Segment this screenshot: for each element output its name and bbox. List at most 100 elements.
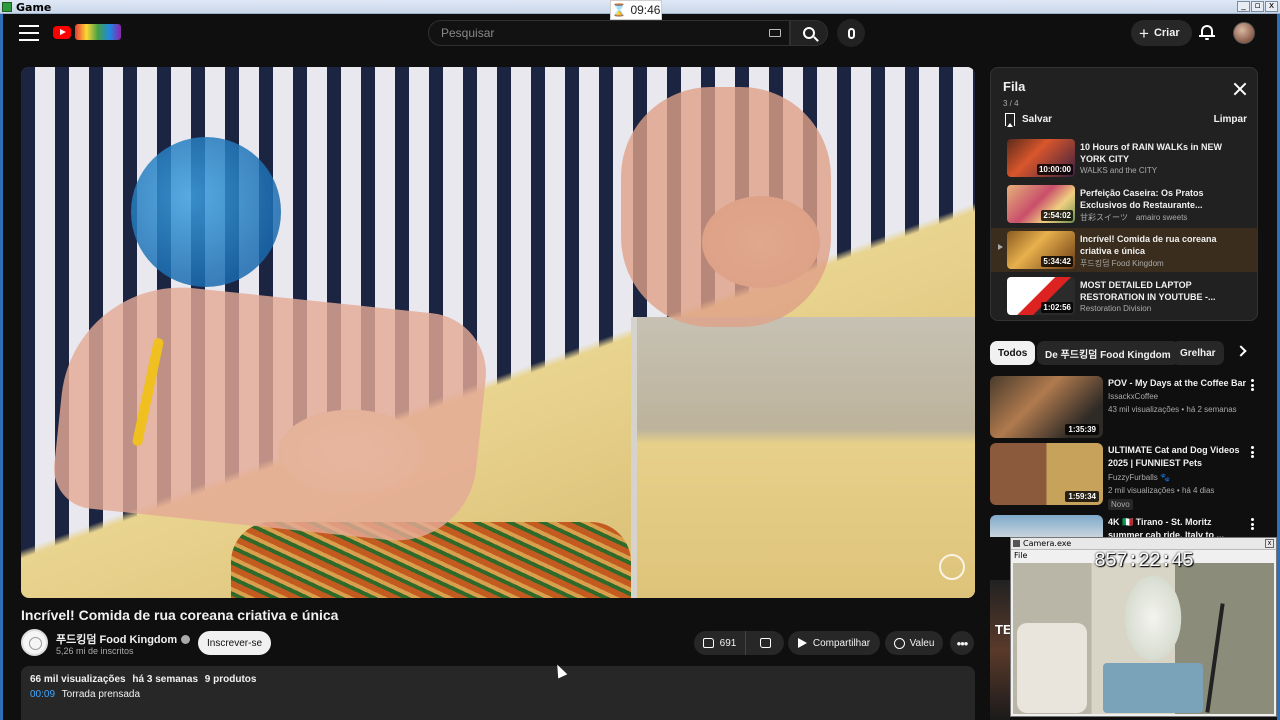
queue-thumbnail: 1:02:56 <box>1007 277 1075 315</box>
mic-icon <box>847 27 855 39</box>
queue-count: 3 / 4 <box>1003 99 1019 108</box>
camera-feed <box>1013 563 1274 714</box>
recommendation-title: 4K 🇮🇹 Tirano - St. Moritz summer cab rid… <box>1108 517 1225 537</box>
video-hand-right-shape <box>621 87 831 327</box>
save-label: Salvar <box>1022 114 1053 125</box>
close-window-button[interactable]: x <box>1265 1 1278 12</box>
video-tub-shape <box>631 317 975 598</box>
queue-item-title: Perfeição Caseira: Os Pratos Exclusivos … <box>1080 188 1204 210</box>
more-vert-icon[interactable] <box>1251 446 1254 458</box>
recommendation-thumbnail <box>990 515 1103 537</box>
queue-item-channel: WALKS and the CITY <box>1080 166 1158 175</box>
recommendation-title: POV - My Days at the Coffee Bar <box>1108 378 1247 388</box>
queue-item-title: MOST DETAILED LAPTOP RESTORATION IN YOUT… <box>1080 280 1216 302</box>
voice-search-button[interactable] <box>837 19 865 47</box>
share-label: Compartilhar <box>812 637 871 649</box>
product-count[interactable]: 9 produtos <box>205 674 257 685</box>
description-box[interactable]: 66 mil visualizações há 3 semanas 9 prod… <box>21 666 975 720</box>
description-chapter: 00:09 Torrada prensada <box>30 689 966 700</box>
chevron-right-icon[interactable] <box>1235 345 1247 357</box>
queue-duration: 2:54:02 <box>1041 210 1073 221</box>
recommendation-duration: 1:59:34 <box>1065 491 1099 502</box>
logo-doodle <box>75 24 121 40</box>
queue-item-active[interactable]: 5:34:42 Incrível! Comida de rua coreana … <box>991 228 1257 272</box>
queue-thumbnail: 10:00:00 <box>1007 139 1075 177</box>
queue-item[interactable]: 10:00:00 10 Hours of RAIN WALKs in NEW Y… <box>991 136 1257 180</box>
verified-icon <box>181 634 191 644</box>
avatar[interactable] <box>1233 22 1255 44</box>
channel-name[interactable]: 푸드킹덤 Food Kingdom <box>56 631 191 647</box>
thanks-label: Valeu <box>909 637 935 649</box>
recommendation-item[interactable]: 1:59:34 ULTIMATE Cat and Dog Videos 2025… <box>990 443 1260 510</box>
queue-item-title: 10 Hours of RAIN WALKs in NEW YORK CITY <box>1080 142 1223 164</box>
queue-panel: Fila 3 / 4 Salvar Limpar 10:00:00 10 Hou… <box>990 67 1258 321</box>
channel-avatar[interactable] <box>21 629 48 656</box>
chapter-timestamp-link[interactable]: 00:09 <box>30 689 55 700</box>
chip-all[interactable]: Todos <box>990 341 1036 365</box>
masthead: + Criar <box>3 14 1277 54</box>
recommendation-item[interactable]: 4K 🇮🇹 Tirano - St. Moritz summer cab rid… <box>990 515 1260 537</box>
dislike-button[interactable] <box>746 631 784 655</box>
search-box <box>428 20 790 46</box>
menu-icon[interactable] <box>19 25 39 41</box>
partial-thumbnail[interactable] <box>990 580 1010 720</box>
close-icon[interactable] <box>1233 82 1247 96</box>
app-title: Game <box>16 1 52 14</box>
camera-overlay-window[interactable]: Camera.exe x File 857:22:45 <box>1010 537 1277 717</box>
chip-grill[interactable]: Grelhar <box>1172 341 1224 365</box>
thumbs-up-icon <box>702 638 714 648</box>
queue-item-title: Incrível! Comida de rua coreana criativa… <box>1080 234 1217 256</box>
video-bowl-shape <box>131 137 281 287</box>
youtube-logo[interactable] <box>53 24 121 40</box>
clear-queue-button[interactable]: Limpar <box>1214 114 1247 125</box>
search-button[interactable] <box>790 20 828 46</box>
recommendation-duration: 1:35:39 <box>1065 424 1099 435</box>
video-title: Incrível! Comida de rua coreana criativa… <box>21 607 339 623</box>
channel-watermark-icon[interactable] <box>939 554 965 580</box>
queue-duration: 1:02:56 <box>1041 302 1073 313</box>
share-icon <box>797 638 807 648</box>
more-vert-icon[interactable] <box>1251 379 1254 391</box>
more-actions-button[interactable]: ••• <box>950 631 974 655</box>
camera-close-icon[interactable]: x <box>1265 539 1274 548</box>
create-button[interactable]: + Criar <box>1131 20 1192 46</box>
keyboard-icon[interactable] <box>769 29 781 37</box>
video-player[interactable] <box>21 67 975 598</box>
thumbs-down-icon <box>759 638 771 648</box>
recommendation-title: ULTIMATE Cat and Dog Videos 2025 | FUNNI… <box>1108 445 1240 468</box>
queue-thumbnail: 5:34:42 <box>1007 231 1075 269</box>
camera-clock: 857:22:45 <box>1093 550 1194 573</box>
queue-item-channel: Restoration Division <box>1080 304 1152 313</box>
create-label: Criar <box>1153 27 1180 39</box>
channel-name-text: 푸드킹덤 Food Kingdom <box>56 634 178 646</box>
share-button[interactable]: Compartilhar <box>788 631 880 655</box>
queue-title: Fila <box>1003 79 1026 94</box>
minimize-button[interactable]: _ <box>1237 1 1250 12</box>
recommendation-channel: FuzzyFurballs 🐾 <box>1108 473 1170 482</box>
recommendation-item[interactable]: 1:35:39 POV - My Days at the Coffee Bar … <box>990 376 1260 440</box>
subscribe-button[interactable]: Inscrever-se <box>198 631 271 655</box>
queue-item[interactable]: 1:02:56 MOST DETAILED LAPTOP RESTORATION… <box>991 274 1257 318</box>
camera-window-title: Camera.exe <box>1011 538 1276 550</box>
maximize-button[interactable]: ▫ <box>1251 1 1264 12</box>
hourglass-icon: ⌛ <box>611 3 627 17</box>
like-button[interactable]: 691 <box>694 631 746 655</box>
camera-mic-stand-shape <box>1205 603 1225 713</box>
video-vegetables-shape <box>231 522 631 598</box>
queue-item-channel: 푸드킹덤 Food Kingdom <box>1080 259 1164 268</box>
search-input[interactable] <box>441 21 759 45</box>
bell-icon[interactable] <box>1199 24 1215 40</box>
like-count: 691 <box>719 637 737 649</box>
queue-item-channel: 甘彩スイーツ amairo sweets <box>1080 213 1188 222</box>
timer-badge: ⌛ 09:46 <box>610 0 662 20</box>
description-stats: 66 mil visualizações há 3 semanas 9 prod… <box>30 674 966 685</box>
thanks-button[interactable]: Valeu <box>885 631 943 655</box>
now-playing-icon <box>998 244 1003 250</box>
chip-from-channel[interactable]: De 푸드킹덤 Food Kingdom <box>1037 341 1179 365</box>
thanks-icon <box>893 637 905 649</box>
queue-item[interactable]: 2:54:02 Perfeição Caseira: Os Pratos Exc… <box>991 182 1257 226</box>
save-queue-button[interactable]: Salvar <box>1005 113 1053 127</box>
subscriber-count: 5,26 mi de inscritos <box>56 646 134 656</box>
like-dislike-group: 691 <box>694 631 784 655</box>
more-vert-icon[interactable] <box>1251 518 1254 530</box>
